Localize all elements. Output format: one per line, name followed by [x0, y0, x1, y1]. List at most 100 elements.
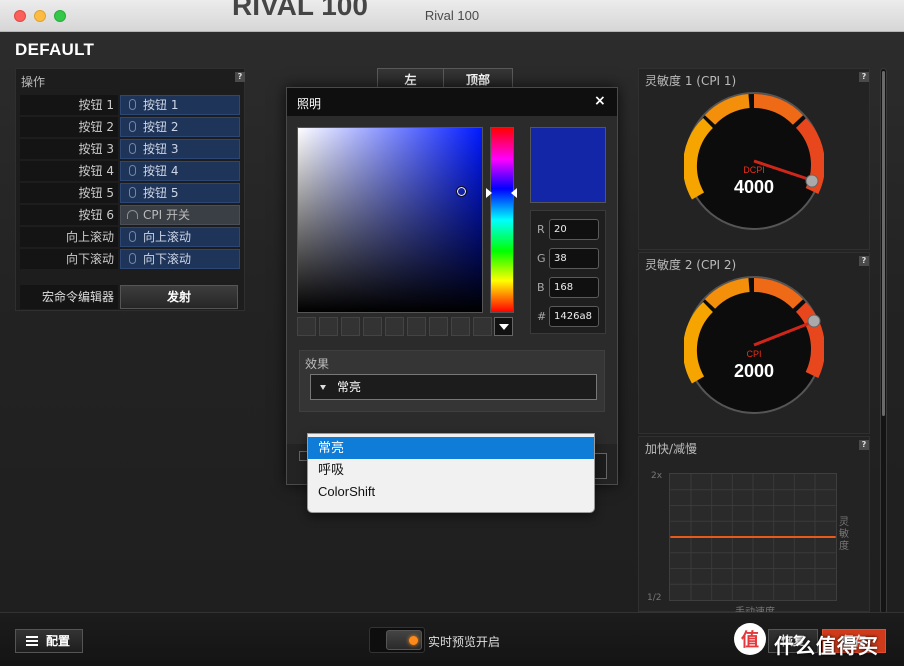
action-row: 按钮 3 按钮 3 [20, 139, 240, 159]
toggle-knob [386, 630, 422, 650]
action-binding-button-5[interactable]: 按钮 5 [120, 183, 240, 203]
recent-color-swatch[interactable] [407, 317, 426, 336]
recent-color-swatch[interactable] [297, 317, 316, 336]
recent-color-swatch[interactable] [451, 317, 470, 336]
acceleration-graph[interactable] [669, 473, 837, 601]
config-button-label: 配置 [46, 634, 71, 648]
action-row: 向下滚动 向下滚动 [20, 249, 240, 269]
acceleration-header: 加快/减慢 [645, 442, 698, 456]
config-button[interactable]: 配置 [15, 629, 83, 653]
recent-colors-dropdown-icon[interactable] [494, 317, 513, 336]
recent-color-swatch[interactable] [363, 317, 382, 336]
recent-color-swatch[interactable] [473, 317, 492, 336]
mouse-icon [129, 231, 136, 242]
action-binding-button-1[interactable]: 按钮 1 [120, 95, 240, 115]
actions-help-icon[interactable]: ? [235, 72, 245, 82]
action-binding-button-4[interactable]: 按钮 4 [120, 161, 240, 181]
svg-text:值: 值 [741, 629, 759, 651]
window-titlebar: RIVAL 100 Rival 100 [0, 0, 904, 32]
sensitivity-1-panel: 灵敏度 1 (CPI 1) ? DCPI 4000 [638, 68, 870, 250]
accel-y-top-label: 2x [651, 471, 663, 481]
sensitivity-1-header: 灵敏度 1 (CPI 1) [645, 74, 737, 88]
action-row: 按钮 1 按钮 1 [20, 95, 240, 115]
actions-panel-header: 操作 [21, 75, 46, 89]
action-binding-label: 向下滚动 [143, 252, 192, 266]
action-button-name: 向上滚动 [20, 227, 118, 247]
action-button-name: 按钮 4 [20, 161, 118, 181]
action-row: 按钮 2 按钮 2 [20, 117, 240, 137]
action-binding-button-6[interactable]: CPI 开关 [120, 205, 240, 225]
action-binding-label: CPI 开关 [143, 208, 190, 222]
actions-panel: 操作 ? 按钮 1 按钮 1 按钮 2 按钮 2 按钮 3 按钮 3 按钮 4 … [15, 68, 245, 311]
action-button-name: 按钮 1 [20, 95, 118, 115]
action-button-name: 按钮 5 [20, 183, 118, 203]
action-row: 向上滚动 向上滚动 [20, 227, 240, 247]
effect-option-breathe[interactable]: 呼吸 [308, 459, 594, 481]
window-title: Rival 100 [424, 8, 480, 23]
live-preview-toggle[interactable] [369, 627, 425, 653]
green-input[interactable]: 38 [549, 248, 599, 269]
mouse-icon [129, 121, 136, 132]
cpi-2-gauge[interactable]: CPI 2000 [684, 275, 824, 415]
action-binding-button-3[interactable]: 按钮 3 [120, 139, 240, 159]
action-button-name: 按钮 2 [20, 117, 118, 137]
mouse-icon [129, 99, 136, 110]
accel-y-bottom-label: 1/2 [647, 593, 662, 603]
recent-color-swatch[interactable] [319, 317, 338, 336]
scrollbar[interactable] [880, 68, 887, 614]
macro-fire-button[interactable]: 发射 [120, 285, 238, 309]
acceleration-help-icon[interactable]: ? [859, 440, 869, 450]
gauge-2-value: 2000 [734, 361, 774, 381]
recent-color-swatch[interactable] [341, 317, 360, 336]
scroll-thumb[interactable] [882, 71, 885, 416]
g-label: G [537, 252, 546, 265]
effect-select-value: 常亮 [337, 380, 362, 394]
action-binding-label: 向上滚动 [143, 230, 192, 244]
gauge-1-value: 4000 [734, 177, 774, 197]
color-cursor[interactable] [456, 186, 467, 197]
hue-slider[interactable] [490, 127, 514, 313]
sensitivity-1-help-icon[interactable]: ? [859, 72, 869, 82]
acceleration-panel: 加快/减慢 ? 2x 1/2 灵敏度 手动速度 [638, 436, 870, 618]
effect-option-solid[interactable]: 常亮 [308, 437, 594, 459]
gauge-1-label: DCPI [743, 165, 765, 175]
action-button-name: 向下滚动 [20, 249, 118, 269]
mouse-icon [129, 165, 136, 176]
profile-title: DEFAULT [15, 40, 95, 59]
close-icon[interactable]: × [594, 93, 606, 109]
action-row: 按钮 4 按钮 4 [20, 161, 240, 181]
bottom-bar: 配置 实时预览开启 恢复 保存 值 什么值得买 [0, 612, 904, 666]
accel-y-axis-label: 灵敏度 [839, 517, 849, 552]
watermark-logo-icon: 值 [734, 623, 766, 655]
action-row: 按钮 6 CPI 开关 [20, 205, 240, 225]
red-input[interactable]: 20 [549, 219, 599, 240]
action-binding-button-2[interactable]: 按钮 2 [120, 117, 240, 137]
recent-color-swatch[interactable] [385, 317, 404, 336]
status-light-icon [409, 636, 418, 645]
recent-color-swatch[interactable] [429, 317, 448, 336]
mouse-icon [129, 143, 136, 154]
action-button-name: 按钮 3 [20, 139, 118, 159]
lighting-dialog: 照明 × R 20 G 38 B 168 # 1426a8 效果 常亮 [286, 87, 618, 485]
action-binding-label: 按钮 5 [143, 186, 179, 200]
rgb-panel: R 20 G 38 B 168 # 1426a8 [530, 210, 606, 334]
effect-option-colorshift[interactable]: ColorShift [308, 481, 594, 503]
hue-marker-left-icon[interactable] [486, 188, 492, 198]
hex-input[interactable]: 1426a8 [549, 306, 599, 327]
macro-editor-label: 宏命令编辑器 [20, 285, 118, 309]
action-binding-scroll-up[interactable]: 向上滚动 [120, 227, 240, 247]
action-row: 按钮 5 按钮 5 [20, 183, 240, 203]
action-binding-label: 按钮 3 [143, 142, 179, 156]
cpi-1-gauge[interactable]: DCPI 4000 [684, 91, 824, 231]
b-label: B [537, 281, 545, 294]
blue-input[interactable]: 168 [549, 277, 599, 298]
r-label: R [537, 223, 545, 236]
saturation-value-picker[interactable] [297, 127, 483, 313]
sensitivity-2-help-icon[interactable]: ? [859, 256, 869, 266]
hue-marker-right-icon[interactable] [511, 188, 517, 198]
effect-section: 效果 常亮 [299, 350, 605, 412]
effect-select[interactable]: 常亮 [310, 374, 597, 400]
action-button-name: 按钮 6 [20, 205, 118, 225]
action-binding-scroll-down[interactable]: 向下滚动 [120, 249, 240, 269]
dialog-header: 照明 × [287, 88, 617, 116]
